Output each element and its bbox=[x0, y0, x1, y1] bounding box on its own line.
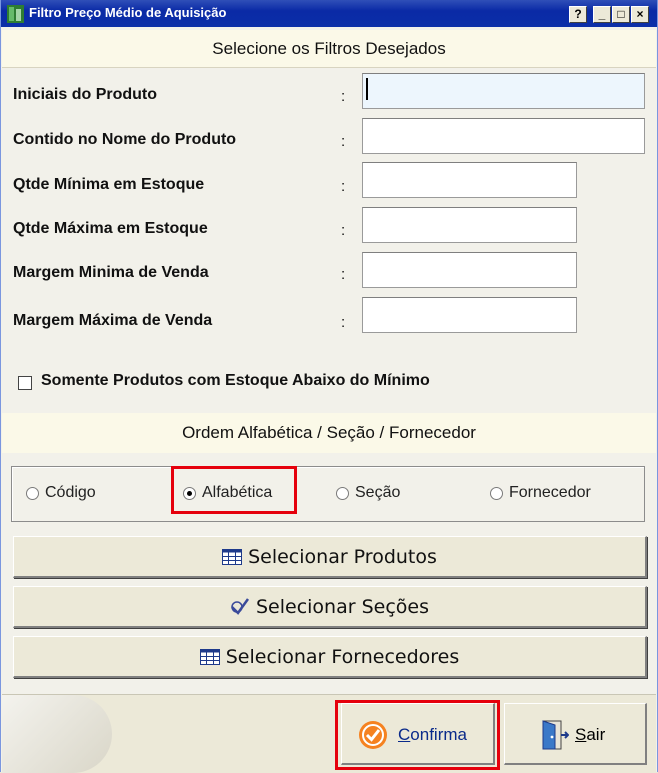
radio-dot[interactable] bbox=[26, 487, 39, 500]
text-caret bbox=[366, 78, 368, 100]
selecionar-secoes-button[interactable]: Selecionar Seções bbox=[13, 586, 647, 628]
field-label-qtde-max: Qtde Máxima em Estoque bbox=[13, 220, 208, 237]
margem-minima-field[interactable] bbox=[363, 253, 576, 287]
footer-decoration bbox=[2, 695, 112, 773]
margem-minima-input[interactable] bbox=[362, 252, 577, 288]
checkbox-box[interactable] bbox=[18, 376, 32, 390]
radio-dot[interactable] bbox=[490, 487, 503, 500]
contido-nome-field[interactable] bbox=[363, 119, 644, 153]
highlight-box-alfabetica bbox=[171, 466, 297, 514]
sair-accel-key: S bbox=[575, 725, 587, 744]
iniciais-produto-input[interactable] bbox=[362, 73, 645, 109]
contido-nome-input[interactable] bbox=[362, 118, 645, 154]
qtde-maxima-field[interactable] bbox=[363, 208, 576, 242]
sair-label-rest: air bbox=[586, 725, 606, 744]
field-colon: : bbox=[341, 178, 346, 195]
order-heading: Ordem Alfabética / Seção / Fornecedor bbox=[2, 413, 656, 453]
sair-label: Sair bbox=[575, 725, 605, 745]
field-colon: : bbox=[341, 314, 346, 331]
window-title: Filtro Preço Médio de Aquisição bbox=[29, 5, 227, 20]
field-label-margem-max: Margem Máxima de Venda bbox=[13, 312, 213, 329]
margem-maxima-input[interactable] bbox=[362, 297, 577, 333]
minimize-button[interactable]: _ bbox=[593, 6, 611, 23]
field-label-contido: Contido no Nome do Produto bbox=[13, 131, 237, 148]
qtde-minima-input[interactable] bbox=[362, 162, 577, 198]
iniciais-produto-field[interactable] bbox=[363, 74, 644, 108]
selecionar-fornecedores-button[interactable]: Selecionar Fornecedores bbox=[13, 636, 647, 678]
filter-dialog-window: Filtro Preço Médio de Aquisição ? _ □ × … bbox=[0, 0, 658, 773]
exit-door-icon bbox=[542, 720, 569, 750]
selecionar-produtos-button[interactable]: Selecionar Produtos bbox=[13, 536, 647, 578]
radio-label: Fornecedor bbox=[509, 484, 591, 501]
qtde-maxima-input[interactable] bbox=[362, 207, 577, 243]
radio-label: Código bbox=[45, 484, 96, 501]
field-colon: : bbox=[341, 133, 346, 150]
table-icon bbox=[222, 549, 243, 565]
margem-maxima-field[interactable] bbox=[363, 298, 576, 332]
field-colon: : bbox=[341, 222, 346, 239]
field-label-qtde-min: Qtde Mínima em Estoque bbox=[13, 176, 205, 193]
app-icon bbox=[7, 5, 24, 23]
checkbox-label: Somente Produtos com Estoque Abaixo do M… bbox=[41, 372, 430, 389]
filters-heading: Selecione os Filtros Desejados bbox=[2, 30, 656, 68]
radio-label: Seção bbox=[355, 484, 401, 501]
checkmark-icon bbox=[231, 598, 250, 615]
close-button[interactable]: × bbox=[631, 6, 649, 23]
button-label: Selecionar Seções bbox=[255, 596, 429, 618]
order-radio-group: Código Alfabética Seção Fornecedor bbox=[11, 466, 645, 522]
maximize-button[interactable]: □ bbox=[612, 6, 630, 23]
help-button[interactable]: ? bbox=[569, 6, 587, 23]
field-colon: : bbox=[341, 88, 346, 105]
qtde-minima-field[interactable] bbox=[363, 163, 576, 197]
field-colon: : bbox=[341, 266, 346, 283]
highlight-box-confirma bbox=[335, 700, 500, 770]
sair-button[interactable]: Sair bbox=[504, 703, 647, 765]
radio-dot[interactable] bbox=[336, 487, 349, 500]
table-icon bbox=[199, 649, 220, 665]
button-label: Selecionar Produtos bbox=[248, 546, 437, 568]
title-bar[interactable]: Filtro Preço Médio de Aquisição ? _ □ × bbox=[1, 0, 657, 27]
field-label-margem-min: Margem Minima de Venda bbox=[13, 264, 209, 281]
field-label-iniciais: Iniciais do Produto bbox=[13, 86, 158, 103]
button-label: Selecionar Fornecedores bbox=[225, 646, 460, 668]
